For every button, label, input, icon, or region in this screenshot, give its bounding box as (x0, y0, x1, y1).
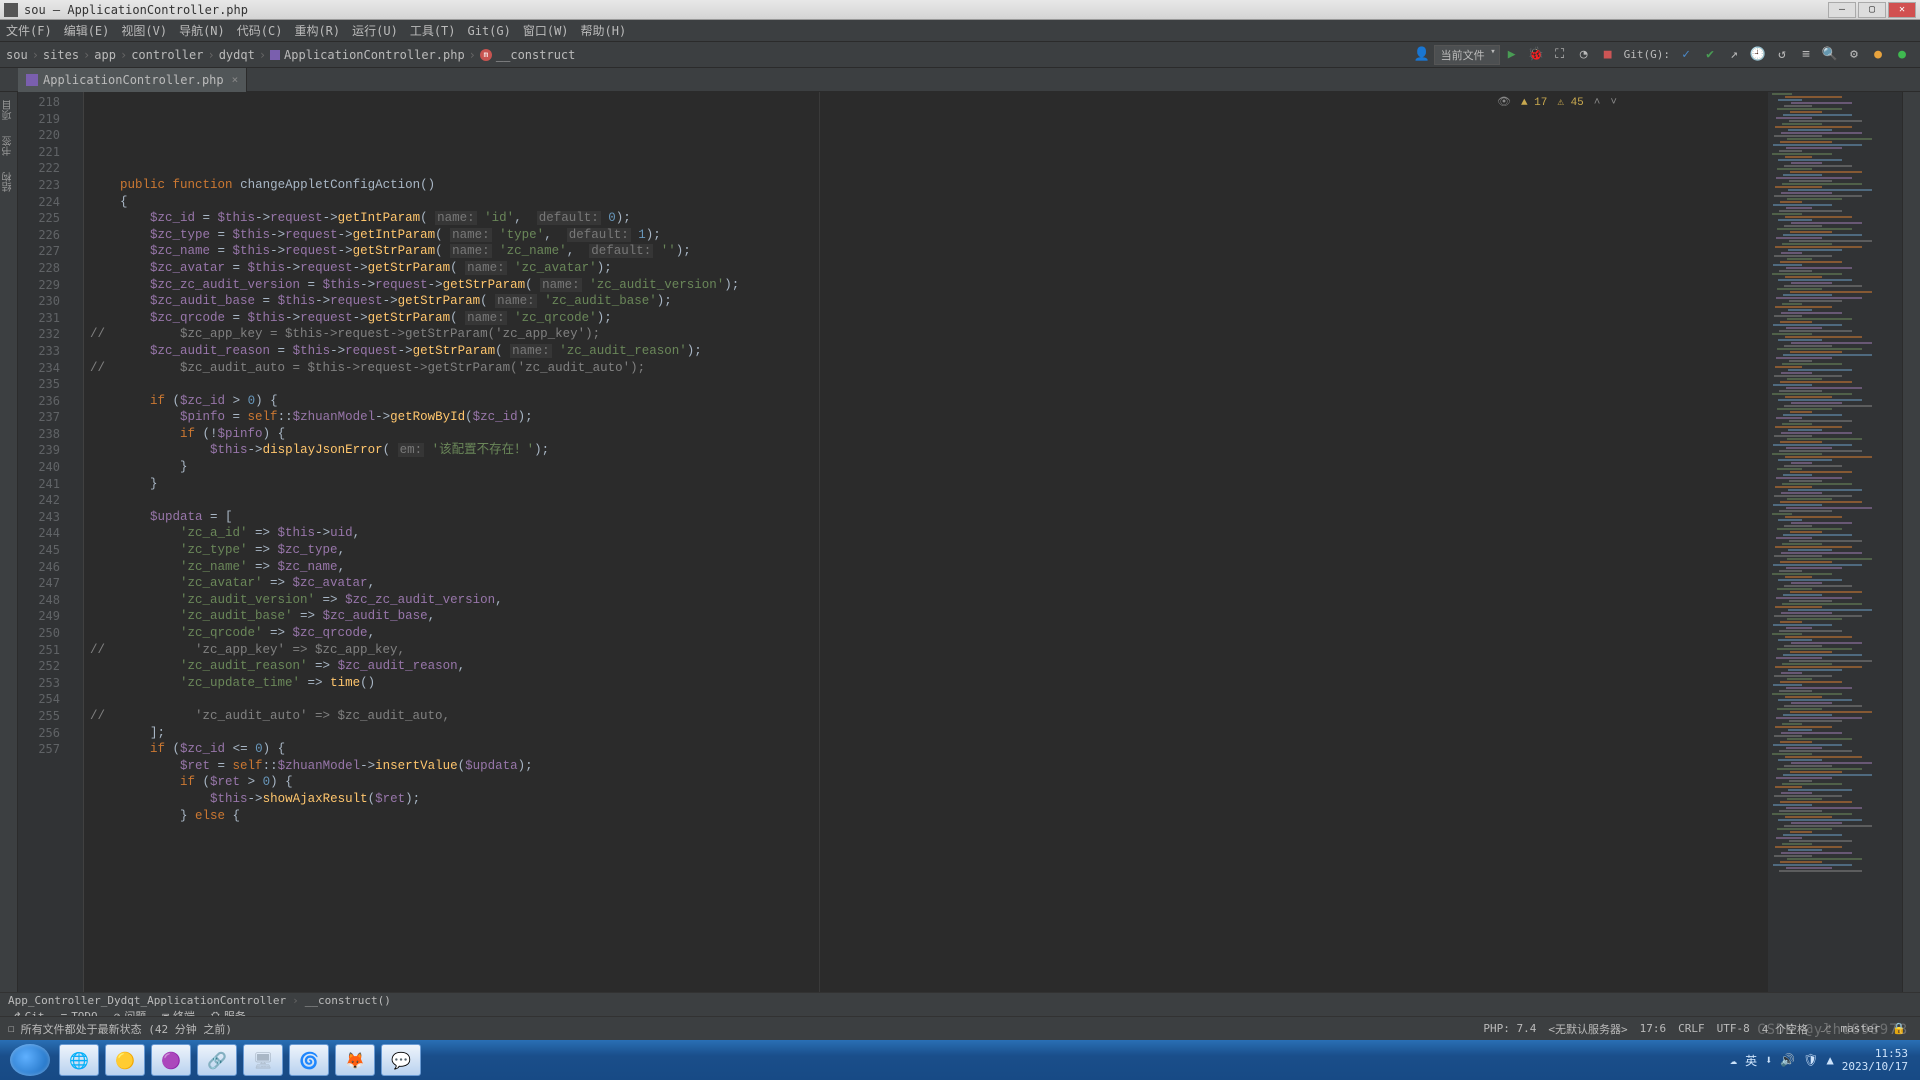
menu-help[interactable]: 帮助(H) (581, 22, 627, 39)
watermark: CSDN @ylhd898978 (1757, 1022, 1908, 1038)
breadcrumb-item[interactable]: dydqt (219, 48, 255, 62)
add-user-icon[interactable]: 👤 (1411, 44, 1433, 66)
taskbar-app[interactable]: 🦊 (335, 1044, 375, 1076)
ide-status-icon[interactable]: ● (1891, 44, 1913, 66)
rollback-icon[interactable]: ↺ (1771, 44, 1793, 66)
editor-tab[interactable]: ApplicationController.php × (18, 68, 247, 92)
close-button[interactable]: ✕ (1888, 2, 1916, 18)
taskbar-app[interactable]: 🖥 (243, 1044, 283, 1076)
taskbar-app[interactable]: 🌀 (289, 1044, 329, 1076)
app-icon (4, 3, 18, 17)
class-crumb[interactable]: App_Controller_Dydqt_ApplicationControll… (8, 994, 286, 1007)
menu-edit[interactable]: 编辑(E) (64, 22, 110, 39)
taskbar-clock[interactable]: 11:532023/10/17 (1842, 1047, 1908, 1073)
menu-git[interactable]: Git(G) (468, 24, 511, 38)
fold-column[interactable] (70, 92, 84, 992)
git-label: Git(G): (1624, 48, 1670, 61)
server-chip[interactable]: <无默认服务器> (1548, 1021, 1627, 1037)
nav-bar: sou› sites› app› controller› dydqt› Appl… (0, 42, 1920, 68)
breadcrumb: sou› sites› app› controller› dydqt› Appl… (6, 48, 575, 62)
breadcrumb-item[interactable]: ApplicationController.php (284, 48, 465, 62)
tab-label: ApplicationController.php (43, 73, 224, 87)
weak-warnings-badge[interactable]: ⚠ 45 (1557, 95, 1583, 112)
stop-icon[interactable]: ■ (1597, 44, 1619, 66)
breadcrumb-item[interactable]: controller (131, 48, 203, 62)
run-config-select[interactable]: 当前文件 (1434, 45, 1500, 65)
menu-code[interactable]: 代码(C) (237, 22, 283, 39)
ide-badge-icon[interactable]: ● (1867, 44, 1889, 66)
caret-position[interactable]: 17:6 (1640, 1022, 1667, 1035)
menu-bar: 文件(F) 编辑(E) 视图(V) 导航(N) 代码(C) 重构(R) 运行(U… (0, 20, 1920, 42)
window-title: sou – ApplicationController.php (24, 3, 248, 17)
os-taskbar: 🌐 🟡 🟣 🔗 🖥 🌀 🦊 💬 ☁ 英 ⬇ 🔊 🛡 ▲ 11:532023/10… (0, 1040, 1920, 1080)
right-margin-ruler (819, 92, 820, 992)
taskbar-app[interactable]: 🔗 (197, 1044, 237, 1076)
menu-file[interactable]: 文件(F) (6, 22, 52, 39)
structure-icon[interactable]: ≡ (1795, 44, 1817, 66)
menu-refactor[interactable]: 重构(R) (294, 22, 340, 39)
run-icon[interactable]: ▶ (1501, 44, 1523, 66)
menu-run[interactable]: 运行(U) (352, 22, 398, 39)
taskbar-app[interactable]: 🟡 (105, 1044, 145, 1076)
php-file-icon (270, 50, 280, 60)
close-tab-icon[interactable]: × (232, 73, 239, 86)
bookmarks-toolwindow-tab[interactable]: 书签 (1, 136, 16, 156)
menu-window[interactable]: 窗口(W) (523, 22, 569, 39)
minimize-button[interactable]: — (1828, 2, 1856, 18)
settings-icon[interactable]: ⚙ (1843, 44, 1865, 66)
debug-icon[interactable]: 🐞 (1525, 44, 1547, 66)
reader-mode-icon[interactable]: 👁 (1497, 95, 1511, 112)
method-icon: m (480, 49, 492, 61)
maximize-button[interactable]: ▢ (1858, 2, 1886, 18)
encoding[interactable]: UTF-8 (1717, 1022, 1750, 1035)
breadcrumb-item[interactable]: sou (6, 48, 28, 62)
breadcrumb-item[interactable]: __construct (496, 48, 575, 62)
tray-icon[interactable]: 英 (1745, 1052, 1757, 1069)
tray-icon[interactable]: ▲ (1827, 1053, 1834, 1067)
editor: 2182192202212222232242252262272282292302… (18, 92, 1902, 992)
right-tool-strip (1902, 92, 1920, 992)
menu-tools[interactable]: 工具(T) (410, 22, 456, 39)
tray-icon[interactable]: ⬇ (1765, 1053, 1772, 1067)
breadcrumb-item[interactable]: app (94, 48, 116, 62)
minimap[interactable] (1767, 92, 1902, 992)
code-area[interactable]: 👁 ▲ 17 ⚠ 45 ˄ ˅ public function changeAp… (84, 92, 1767, 992)
commit-icon[interactable]: ✔ (1699, 44, 1721, 66)
next-highlight-icon[interactable]: ˅ (1610, 95, 1617, 112)
taskbar-app[interactable]: 🟣 (151, 1044, 191, 1076)
method-crumb[interactable]: __construct() (305, 994, 391, 1007)
history-icon[interactable]: 🕘 (1747, 44, 1769, 66)
menu-view[interactable]: 视图(V) (121, 22, 167, 39)
php-file-icon (26, 74, 38, 86)
left-tool-strip: 项目 书签 结构 (0, 92, 18, 992)
os-titlebar: sou – ApplicationController.php — ▢ ✕ (0, 0, 1920, 20)
tray-icon[interactable]: 🔊 (1780, 1053, 1795, 1067)
warnings-badge[interactable]: ▲ 17 (1521, 95, 1547, 112)
project-toolwindow-tab[interactable]: 项目 (1, 100, 16, 120)
start-button[interactable] (10, 1044, 50, 1076)
vcs-status: 所有文件都处于最新状态 (42 分钟 之前) (21, 1021, 232, 1037)
push-icon[interactable]: ↗ (1723, 44, 1745, 66)
update-project-icon[interactable]: ✓ (1675, 44, 1697, 66)
profile-icon[interactable]: ◔ (1573, 44, 1595, 66)
prev-highlight-icon[interactable]: ˄ (1594, 95, 1601, 112)
editor-breadcrumb-bar: App_Controller_Dydqt_ApplicationControll… (0, 992, 1920, 1008)
taskbar-app[interactable]: 🌐 (59, 1044, 99, 1076)
inspection-hud[interactable]: 👁 ▲ 17 ⚠ 45 ˄ ˅ (1497, 95, 1617, 112)
breadcrumb-item[interactable]: sites (43, 48, 79, 62)
tray-icon[interactable]: 🛡 (1803, 1053, 1818, 1067)
menu-navigate[interactable]: 导航(N) (179, 22, 225, 39)
php-version[interactable]: PHP: 7.4 (1483, 1022, 1536, 1035)
editor-tab-bar: ApplicationController.php × (0, 68, 1920, 92)
line-ending[interactable]: CRLF (1678, 1022, 1705, 1035)
status-bar: ☐ 所有文件都处于最新状态 (42 分钟 之前) PHP: 7.4 <无默认服务… (0, 1016, 1920, 1040)
line-gutter[interactable]: 2182192202212222232242252262272282292302… (18, 92, 70, 992)
structure-toolwindow-tab[interactable]: 结构 (1, 172, 16, 192)
coverage-icon[interactable]: ⛶ (1549, 44, 1571, 66)
tray-icon[interactable]: ☁ (1730, 1053, 1737, 1067)
system-tray[interactable]: ☁ 英 ⬇ 🔊 🛡 ▲ 11:532023/10/17 (1730, 1047, 1916, 1073)
taskbar-app[interactable]: 💬 (381, 1044, 421, 1076)
search-icon[interactable]: 🔍 (1819, 44, 1841, 66)
